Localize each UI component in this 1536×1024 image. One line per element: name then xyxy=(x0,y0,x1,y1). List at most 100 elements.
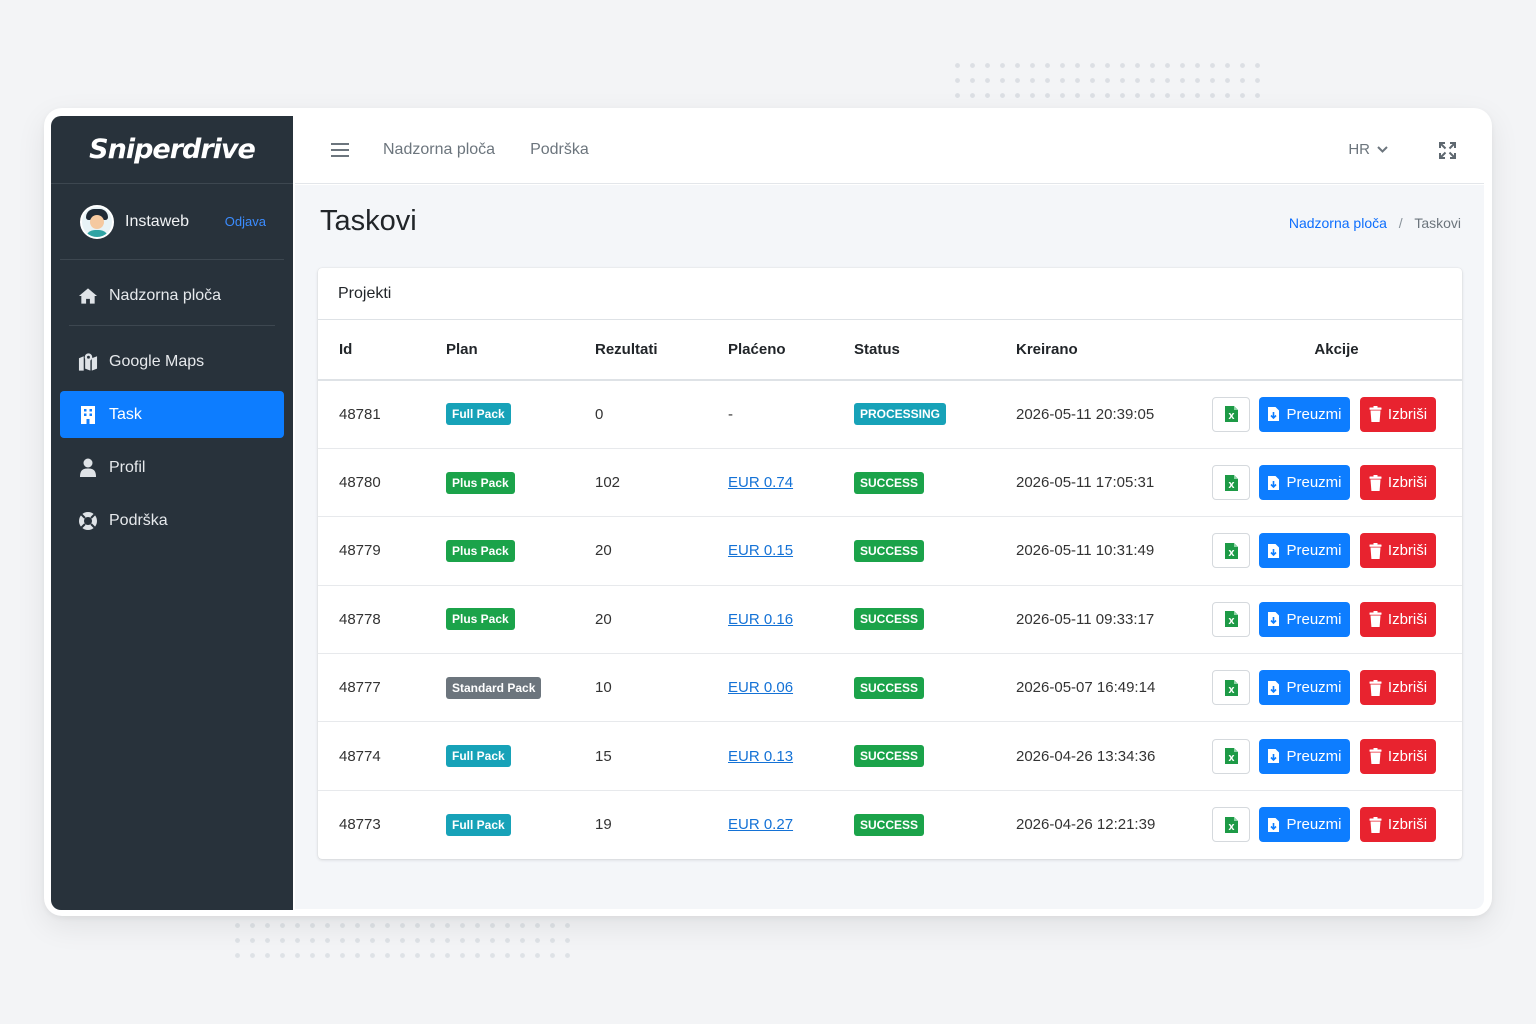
paid-amount[interactable]: EUR 0.06 xyxy=(728,679,793,696)
excel-export-button[interactable]: X xyxy=(1212,396,1250,432)
paid-amount[interactable]: EUR 0.16 xyxy=(728,611,793,628)
delete-button[interactable]: Izbriši xyxy=(1360,396,1436,432)
excel-export-button[interactable]: X xyxy=(1212,738,1250,774)
brand-logo[interactable]: Sniperdrive xyxy=(51,116,293,184)
language-selector[interactable]: HR xyxy=(1348,141,1388,158)
sidebar-item-dashboard[interactable]: Nadzorna ploča xyxy=(60,272,284,319)
delete-button[interactable]: Izbriši xyxy=(1360,465,1436,501)
plan-badge: Plus Pack xyxy=(446,608,515,631)
delete-label: Izbriši xyxy=(1387,679,1428,697)
file-download-icon xyxy=(1268,407,1280,422)
paid-amount: - xyxy=(728,405,733,423)
svg-text:X: X xyxy=(1228,481,1235,490)
results-count: 10 xyxy=(595,653,728,723)
download-button[interactable]: Preuzmi xyxy=(1259,601,1350,637)
created-date: 2026-04-26 13:34:36 xyxy=(1016,721,1211,791)
column-header-plan[interactable]: Plan xyxy=(446,320,595,381)
column-header-id[interactable]: Id xyxy=(318,320,446,381)
building-icon xyxy=(78,405,98,425)
download-label: Preuzmi xyxy=(1286,542,1342,560)
excel-file-icon: X xyxy=(1224,406,1238,423)
excel-export-button[interactable]: X xyxy=(1212,807,1250,843)
trash-icon xyxy=(1369,542,1382,559)
excel-export-button[interactable]: X xyxy=(1212,533,1250,569)
plan-badge: Plus Pack xyxy=(446,539,515,562)
sidebar-item-profile[interactable]: Profil xyxy=(60,444,284,491)
plan-cell: Plus Pack xyxy=(446,585,595,655)
paid-cell: EUR 0.16 xyxy=(728,585,854,655)
user-panel: Instaweb Odjava xyxy=(60,184,284,260)
paid-amount[interactable]: EUR 0.13 xyxy=(728,748,793,765)
plan-cell: Plus Pack xyxy=(446,516,595,586)
delete-button[interactable]: Izbriši xyxy=(1360,738,1436,774)
sidebar: Sniperdrive Instaweb Odjava Nadzorna plo… xyxy=(51,116,293,910)
status-cell: SUCCESS xyxy=(854,516,1016,586)
fullscreen-icon[interactable] xyxy=(1439,142,1456,164)
language-label: HR xyxy=(1348,141,1370,158)
lifebuoy-icon xyxy=(78,511,98,531)
paid-amount[interactable]: EUR 0.15 xyxy=(728,542,793,559)
delete-button[interactable]: Izbriši xyxy=(1360,601,1436,637)
status-cell: PROCESSING xyxy=(854,380,1016,449)
download-button[interactable]: Preuzmi xyxy=(1259,396,1350,432)
status-badge: SUCCESS xyxy=(854,539,925,562)
breadcrumb-home-link[interactable]: Nadzorna ploča xyxy=(1289,215,1387,231)
download-button[interactable]: Preuzmi xyxy=(1259,738,1350,774)
svg-text:X: X xyxy=(1228,412,1235,421)
user-name[interactable]: Instaweb xyxy=(125,213,225,231)
chevron-down-icon xyxy=(1377,146,1388,153)
delete-button[interactable]: Izbriši xyxy=(1360,670,1436,706)
logout-link[interactable]: Odjava xyxy=(225,214,266,229)
table-row: 48780 Plus Pack 102 EUR 0.74 SUCCESS 202… xyxy=(318,448,1462,518)
sidebar-item-task[interactable]: Task xyxy=(60,391,284,438)
avatar[interactable] xyxy=(80,204,114,239)
status-cell: SUCCESS xyxy=(854,448,1016,518)
excel-file-icon: X xyxy=(1224,679,1238,696)
download-button[interactable]: Preuzmi xyxy=(1259,533,1350,569)
status-badge: SUCCESS xyxy=(854,745,925,768)
paid-amount[interactable]: EUR 0.27 xyxy=(728,816,793,833)
download-label: Preuzmi xyxy=(1286,679,1342,697)
table-row: 48781 Full Pack 0 - PROCESSING 2026-05-1… xyxy=(318,380,1462,449)
status-cell: SUCCESS xyxy=(854,585,1016,655)
table-row: 48777 Standard Pack 10 EUR 0.06 SUCCESS … xyxy=(318,653,1462,723)
delete-button[interactable]: Izbriši xyxy=(1360,533,1436,569)
status-badge: SUCCESS xyxy=(854,608,925,631)
sidebar-item-support[interactable]: Podrška xyxy=(60,497,284,544)
topnav-support-link[interactable]: Podrška xyxy=(530,141,589,159)
excel-export-button[interactable]: X xyxy=(1212,601,1250,637)
svg-text:X: X xyxy=(1228,686,1235,695)
column-header-results[interactable]: Rezultati xyxy=(595,320,728,381)
map-icon xyxy=(78,352,98,372)
topnav-dashboard-link[interactable]: Nadzorna ploča xyxy=(383,141,495,159)
menu-toggle-icon[interactable] xyxy=(331,139,349,161)
created-date: 2026-05-11 17:05:31 xyxy=(1016,448,1211,518)
column-header-status[interactable]: Status xyxy=(854,320,1016,381)
download-button[interactable]: Preuzmi xyxy=(1259,465,1350,501)
paid-cell: - xyxy=(728,380,854,449)
status-cell: SUCCESS xyxy=(854,653,1016,723)
excel-export-button[interactable]: X xyxy=(1212,670,1250,706)
decorative-dots xyxy=(230,918,580,962)
download-button[interactable]: Preuzmi xyxy=(1259,670,1350,706)
status-badge: SUCCESS xyxy=(854,813,925,836)
excel-export-button[interactable]: X xyxy=(1212,465,1250,501)
column-header-paid[interactable]: Plaćeno xyxy=(728,320,854,381)
plan-cell: Plus Pack xyxy=(446,448,595,518)
column-header-created[interactable]: Kreirano xyxy=(1016,320,1211,381)
status-cell: SUCCESS xyxy=(854,721,1016,791)
delete-button[interactable]: Izbriši xyxy=(1360,807,1436,843)
download-label: Preuzmi xyxy=(1286,474,1342,492)
breadcrumb-separator: / xyxy=(1398,215,1403,231)
projects-card: Projekti Id Plan Rezultati Plaćeno Statu… xyxy=(318,268,1462,859)
paid-amount[interactable]: EUR 0.74 xyxy=(728,474,793,491)
created-date: 2026-05-11 10:31:49 xyxy=(1016,516,1211,586)
paid-cell: EUR 0.15 xyxy=(728,516,854,586)
status-badge: SUCCESS xyxy=(854,471,925,494)
actions-cell: X Preuzmi Izbriši xyxy=(1211,448,1462,518)
sidebar-item-google-maps[interactable]: Google Maps xyxy=(60,338,284,385)
excel-file-icon: X xyxy=(1224,816,1238,833)
download-button[interactable]: Preuzmi xyxy=(1259,807,1350,843)
excel-file-icon: X xyxy=(1224,542,1238,559)
excel-file-icon: X xyxy=(1224,748,1238,765)
